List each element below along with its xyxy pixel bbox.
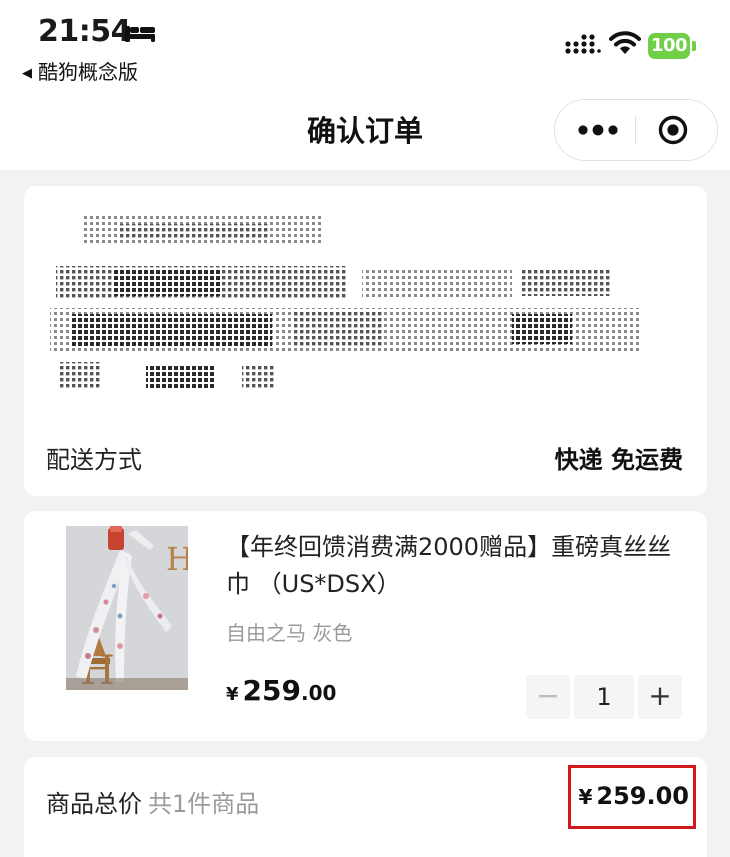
capsule-divider	[635, 116, 636, 144]
delivery-method-value[interactable]: 快递 免运费	[555, 440, 683, 475]
quantity-value[interactable]: 1	[574, 675, 634, 719]
decrease-quantity-button[interactable]: −	[526, 675, 570, 719]
product-spec: 自由之马 灰色	[226, 621, 353, 645]
delivery-method-label: 配送方式	[46, 446, 142, 474]
mini-program-capsule	[554, 99, 718, 161]
silk-scarf-image: H H	[66, 526, 188, 690]
navigation-bar: 确认订单	[0, 88, 730, 170]
wifi-icon	[609, 31, 641, 54]
redacted-address-block	[50, 216, 642, 390]
status-bar: 21:54 ◀ 酷狗概念版 100	[0, 0, 730, 88]
back-app-label: 酷狗概念版	[38, 60, 138, 84]
battery-cap	[692, 41, 696, 51]
back-to-app-link[interactable]: ◀ 酷狗概念版	[22, 56, 138, 85]
price-decimal: .00	[300, 681, 337, 705]
product-title[interactable]: 【年终回馈消费满2000赠品】重磅真丝丝巾 （US*DSX）	[226, 529, 676, 603]
item-count: 共1件商品	[148, 790, 260, 818]
total-price-value: 259.00	[596, 782, 689, 810]
back-arrow-icon: ◀	[22, 66, 32, 81]
total-price-currency: ¥	[578, 785, 593, 809]
status-time: 21:54	[38, 14, 132, 49]
bed-icon	[125, 26, 155, 42]
svg-text:H: H	[166, 540, 188, 578]
price-integer: 259	[242, 674, 301, 707]
battery-level: 100	[648, 33, 690, 59]
product-card: H H 【年终回馈消费满2000赠品】重磅真丝丝巾 （US*DSX） 自由之马 …	[24, 511, 707, 741]
target-icon[interactable]	[657, 114, 689, 146]
price-currency: ¥	[226, 684, 239, 705]
total-price-label: 商品总价	[46, 790, 142, 818]
product-image[interactable]: H H	[66, 526, 188, 690]
increase-quantity-button[interactable]: +	[638, 675, 682, 719]
total-price-highlight: ¥259.00	[568, 765, 696, 829]
address-card: 配送方式 快递 免运费	[24, 186, 707, 496]
order-summary-card: 商品总价 共1件商品 ¥259.00	[24, 757, 707, 857]
cellular-signal-icon	[565, 34, 601, 54]
total-price: ¥259.00	[578, 782, 689, 810]
product-price: ¥259.00	[226, 674, 336, 707]
more-icon[interactable]	[575, 118, 621, 142]
total-label-row: 商品总价 共1件商品	[46, 784, 259, 819]
